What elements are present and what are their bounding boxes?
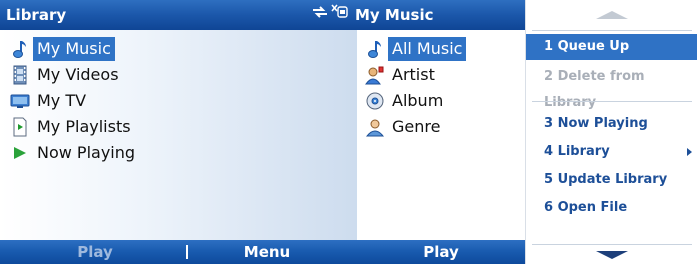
library-title-bar: Library bbox=[0, 0, 357, 30]
library-list-area: My Music My Videos My TV My Playlists No… bbox=[0, 30, 357, 240]
menu-item-update-library[interactable]: 5 Update Library bbox=[526, 167, 697, 193]
my-music-list: All Music Artist Album Genre bbox=[357, 30, 525, 140]
my-music-item-label: Album bbox=[392, 91, 444, 110]
play-icon bbox=[10, 142, 30, 164]
library-item-my-tv[interactable]: My TV bbox=[0, 88, 357, 114]
my-music-item-album[interactable]: Album bbox=[357, 88, 525, 114]
my-music-item-all-music[interactable]: All Music bbox=[357, 36, 525, 62]
my-music-list-area: All Music Artist Album Genre bbox=[357, 30, 525, 240]
context-menu: 1 Queue Up 2 Delete from Library 3 Now P… bbox=[525, 0, 697, 264]
my-music-softkey-bar: Play bbox=[357, 240, 525, 264]
my-music-item-artist[interactable]: Artist bbox=[357, 62, 525, 88]
music-note-icon bbox=[10, 38, 30, 60]
menu-item-open-file[interactable]: 6 Open File bbox=[526, 195, 697, 221]
library-title: Library bbox=[6, 6, 67, 24]
library-item-label: Now Playing bbox=[37, 143, 136, 162]
menu-softkey[interactable]: Menu bbox=[232, 240, 302, 264]
playlist-icon bbox=[10, 116, 30, 138]
menu-divider bbox=[532, 244, 692, 245]
film-icon bbox=[10, 64, 30, 86]
library-item-label: My TV bbox=[37, 91, 87, 110]
menu-item-queue-up[interactable]: 1 Queue Up bbox=[526, 34, 697, 60]
library-item-now-playing[interactable]: Now Playing bbox=[0, 140, 357, 166]
menu-item-library-label: 4 Library bbox=[544, 144, 610, 159]
play-softkey[interactable]: Play bbox=[357, 240, 525, 264]
my-music-title: My Music bbox=[355, 6, 434, 24]
menu-divider bbox=[532, 30, 692, 31]
sync-icon bbox=[311, 0, 329, 30]
my-music-item-genre[interactable]: Genre bbox=[357, 114, 525, 140]
library-item-label: My Videos bbox=[37, 65, 119, 84]
my-music-title-bar: My Music bbox=[305, 0, 525, 30]
artist-icon bbox=[365, 64, 385, 86]
title-status-icons bbox=[311, 0, 349, 30]
library-pane: Library My Music My Videos My TV My Play… bbox=[0, 0, 357, 264]
album-icon bbox=[365, 90, 385, 112]
scroll-down-arrow-icon[interactable] bbox=[526, 250, 697, 260]
library-list: My Music My Videos My TV My Playlists No… bbox=[0, 30, 357, 166]
tv-icon bbox=[10, 90, 30, 112]
menu-item-library[interactable]: 4 Library bbox=[526, 139, 697, 165]
play-softkey[interactable]: Play bbox=[60, 240, 130, 264]
library-item-label: My Playlists bbox=[37, 117, 131, 136]
library-item-my-videos[interactable]: My Videos bbox=[0, 62, 357, 88]
menu-item-now-playing[interactable]: 3 Now Playing bbox=[526, 111, 697, 137]
submenu-arrow-icon bbox=[687, 148, 692, 156]
scroll-up-arrow-icon[interactable] bbox=[526, 10, 697, 20]
library-item-my-music[interactable]: My Music bbox=[0, 36, 357, 62]
genre-icon bbox=[365, 116, 385, 138]
softkey-divider bbox=[186, 245, 188, 259]
usb-icon bbox=[329, 0, 349, 30]
my-music-item-label: Artist bbox=[392, 65, 435, 84]
my-music-item-label: All Music bbox=[388, 37, 467, 61]
library-item-my-playlists[interactable]: My Playlists bbox=[0, 114, 357, 140]
music-note-icon bbox=[365, 38, 385, 60]
library-softkey-bar: Play Menu bbox=[0, 240, 357, 264]
my-music-item-label: Genre bbox=[392, 117, 441, 136]
menu-divider bbox=[532, 101, 692, 102]
library-item-label: My Music bbox=[33, 37, 115, 61]
menu-item-delete-from-library: 2 Delete from Library bbox=[544, 69, 645, 110]
